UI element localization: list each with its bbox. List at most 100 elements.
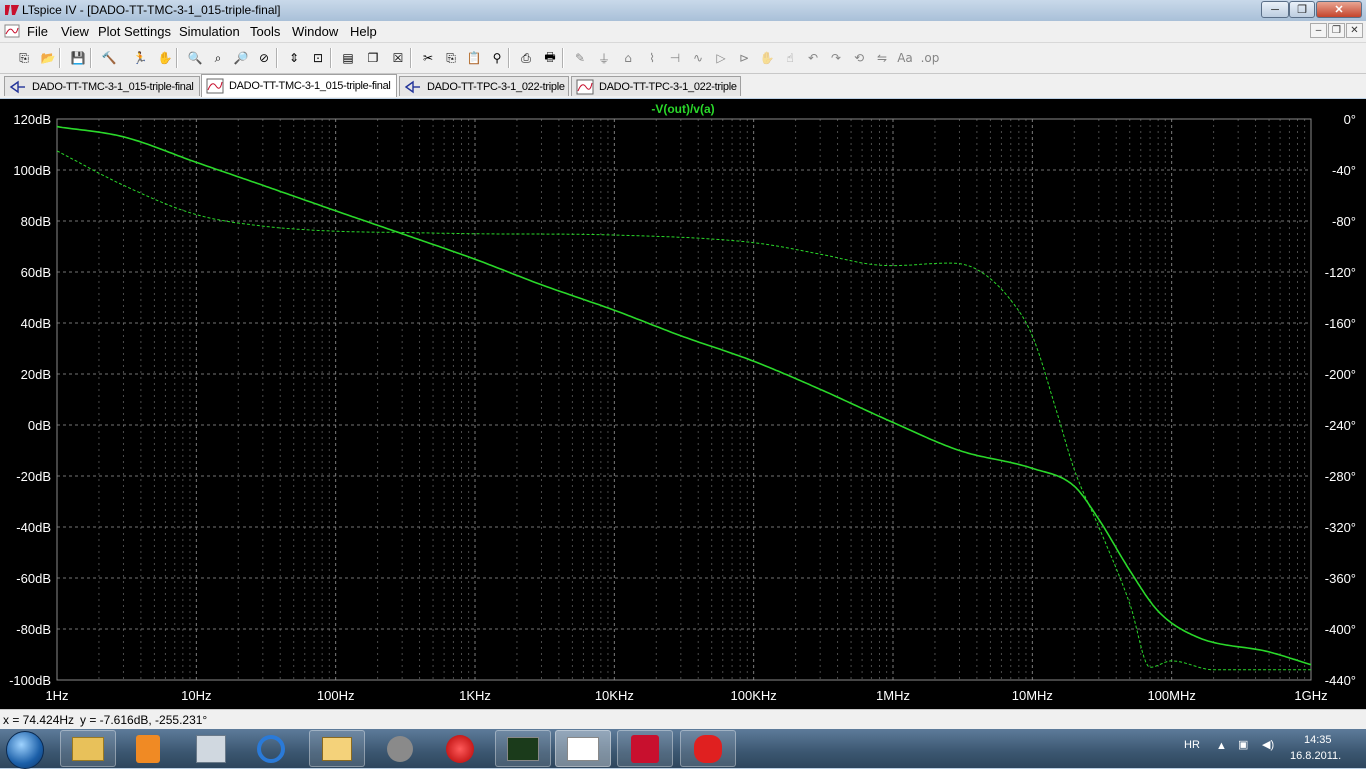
cut-icon[interactable]: ✂: [418, 48, 438, 68]
menu-simulation[interactable]: Simulation: [179, 24, 240, 39]
oscilloscope-icon[interactable]: [495, 730, 551, 767]
toolbar-separator: [276, 48, 278, 68]
autoscale-icon[interactable]: ⇕: [284, 48, 304, 68]
volume-icon[interactable]: ◀): [1262, 738, 1274, 751]
minimize-button[interactable]: ─: [1261, 1, 1289, 18]
control-panel-icon[interactable]: [183, 730, 239, 767]
y-left-tick-label: -20dB: [16, 469, 51, 484]
tab-label: DADO-TT-TPC-3-1_022-triple: [599, 80, 737, 93]
undo-icon[interactable]: ↶: [803, 48, 823, 68]
tab-waveform-tpc[interactable]: DADO-TT-TPC-3-1_022-triple: [571, 76, 741, 96]
opera-icon[interactable]: [432, 730, 488, 767]
x-tick-label: 10KHz: [595, 688, 634, 703]
find-icon[interactable]: ⚲: [487, 48, 507, 68]
inductor-icon[interactable]: ∿: [688, 48, 708, 68]
menu-window[interactable]: Window: [292, 24, 338, 39]
schematic-icon: [9, 80, 25, 93]
bode-plot[interactable]: 1Hz 10Hz 100Hz 1KHz 10KHz 100KHz 1MHz 10MHz 100M…: [0, 99, 1366, 709]
control-panel-icon[interactable]: 🔨: [99, 48, 119, 68]
spice-directive-icon[interactable]: .op: [920, 48, 940, 68]
drag-icon[interactable]: ☝: [780, 48, 800, 68]
menu-tools[interactable]: Tools: [250, 24, 280, 39]
x-tick-label: 1KHz: [459, 688, 491, 703]
zoom-in-icon[interactable]: 🔍: [185, 48, 205, 68]
show-hidden-icons-icon[interactable]: ▲: [1216, 740, 1227, 752]
resistor-icon[interactable]: ⌇: [642, 48, 662, 68]
menu-help[interactable]: Help: [350, 24, 377, 39]
cursor-y-readout: y = -7.616dB, -255.231°: [80, 713, 208, 727]
copy-icon[interactable]: ⎘: [441, 48, 461, 68]
zoom-cancel-icon[interactable]: ⊘: [254, 48, 274, 68]
print-icon[interactable]: 🖶: [540, 48, 560, 68]
tile-horizontal-icon[interactable]: ▤: [338, 48, 358, 68]
menu-file[interactable]: File: [27, 24, 48, 39]
y-right-tick-label: -440°: [1325, 673, 1356, 688]
maximize-button[interactable]: ❐: [1289, 1, 1315, 18]
mdi-minimize-button[interactable]: –: [1310, 23, 1327, 38]
fit-icon[interactable]: ⊡: [308, 48, 328, 68]
phase-trace[interactable]: [56, 150, 1311, 671]
new-schematic-icon[interactable]: ⎘: [14, 48, 34, 68]
y-left-tick-label: 80dB: [21, 214, 51, 229]
media-player-icon[interactable]: [120, 730, 176, 767]
text-icon[interactable]: Aa: [895, 48, 915, 68]
start-orb-icon[interactable]: [6, 731, 44, 769]
capacitor-icon[interactable]: ⊣: [665, 48, 685, 68]
label-icon[interactable]: ⌂: [618, 48, 638, 68]
close-button[interactable]: ✕: [1316, 1, 1362, 18]
toolbar-separator: [410, 48, 412, 68]
menu-plot-settings[interactable]: Plot Settings: [98, 24, 171, 39]
clock-date[interactable]: 16.8.2011.: [1290, 750, 1341, 762]
close-window-icon[interactable]: ☒: [388, 48, 408, 68]
paste-icon[interactable]: 📋: [464, 48, 484, 68]
x-tick-label: 1GHz: [1294, 688, 1327, 703]
move-icon[interactable]: ✋: [757, 48, 777, 68]
mdi-restore-button[interactable]: ❐: [1328, 23, 1345, 38]
diode-icon[interactable]: ▷: [711, 48, 731, 68]
cascade-icon[interactable]: ❐: [363, 48, 383, 68]
trace-title[interactable]: -V(out)/v(a): [651, 102, 714, 116]
save-icon[interactable]: 💾: [68, 48, 88, 68]
x-tick-label: 10Hz: [181, 688, 211, 703]
waveform-icon: [206, 78, 224, 94]
tab-schematic-tpc[interactable]: DADO-TT-TPC-3-1_022-triple: [399, 76, 569, 96]
zoom-full-icon[interactable]: ⌕: [208, 48, 228, 68]
ground-icon[interactable]: ⏚: [594, 48, 614, 68]
tab-schematic-tmc[interactable]: DADO-TT-TMC-3-1_015-triple-final: [4, 76, 200, 96]
explorer-icon[interactable]: [60, 730, 116, 767]
internet-explorer-icon[interactable]: [243, 730, 299, 767]
tab-label: DADO-TT-TPC-3-1_022-triple: [427, 80, 565, 93]
outlook-icon[interactable]: [309, 730, 365, 767]
document-tabs: DADO-TT-TMC-3-1_015-triple-final DADO-TT…: [0, 74, 1366, 98]
network-icon[interactable]: ▣: [1238, 738, 1248, 751]
app-icon[interactable]: [372, 730, 428, 767]
y-left-tick-label: -100dB: [9, 673, 51, 688]
rotate-icon[interactable]: ⟲: [849, 48, 869, 68]
run-icon[interactable]: 🏃: [130, 48, 150, 68]
clock-time[interactable]: 14:35: [1304, 734, 1332, 746]
waveform-plot-pane[interactable]: 1Hz 10Hz 100Hz 1KHz 10KHz 100KHz 1MHz 10MHz 100M…: [0, 99, 1366, 709]
y-right-tick-label: 0°: [1344, 112, 1356, 127]
toolbar-separator: [330, 48, 332, 68]
open-icon[interactable]: 📂: [38, 48, 58, 68]
menu-view[interactable]: View: [61, 24, 89, 39]
zoom-out-icon[interactable]: 🔎: [231, 48, 251, 68]
redo-icon[interactable]: ↷: [826, 48, 846, 68]
mirror-icon[interactable]: ⇋: [872, 48, 892, 68]
y-right-tick-label: -160°: [1325, 316, 1356, 331]
halt-icon[interactable]: ✋: [155, 48, 175, 68]
component-icon[interactable]: ⊳: [734, 48, 754, 68]
language-indicator[interactable]: HR: [1184, 739, 1200, 751]
acrobat-icon[interactable]: [617, 730, 673, 767]
paint-splat-icon[interactable]: [680, 730, 736, 767]
ltspice-icon[interactable]: [555, 730, 611, 767]
wire-icon[interactable]: ✎: [570, 48, 590, 68]
y-right-tick-label: -40°: [1332, 163, 1356, 178]
y-right-tick-label: -120°: [1325, 265, 1356, 280]
title-bar: LTspice IV - [DADO-TT-TMC-3-1_015-triple…: [0, 0, 1366, 21]
mdi-close-button[interactable]: ✕: [1346, 23, 1363, 38]
tab-waveform-tmc[interactable]: DADO-TT-TMC-3-1_015-triple-final: [201, 74, 397, 97]
print-preview-icon[interactable]: ⎙: [516, 48, 536, 68]
schematic-icon: [404, 80, 420, 93]
y-left-tick-label: 40dB: [21, 316, 51, 331]
